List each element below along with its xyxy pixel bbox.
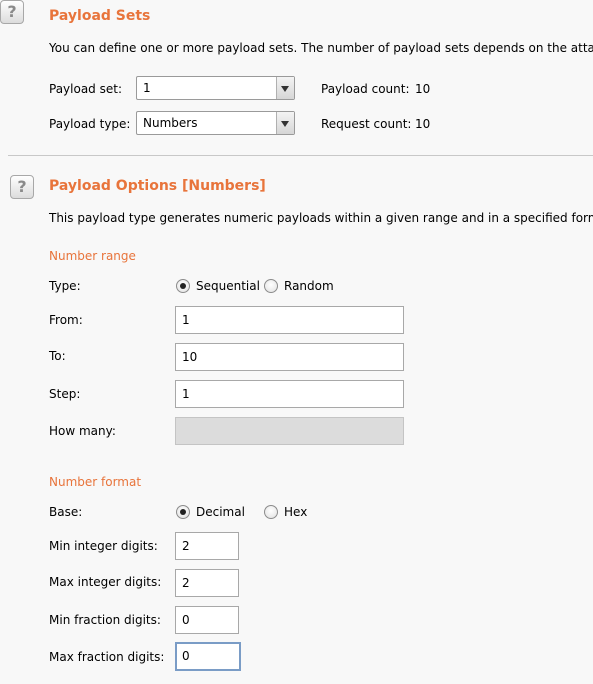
max-fraction-digits-input[interactable]: 0: [175, 642, 241, 671]
request-count-value: 10: [415, 117, 431, 131]
payload-count-label: Payload count:: [321, 82, 410, 96]
step-label: Step:: [49, 387, 81, 401]
base-label: Base:: [49, 505, 83, 519]
chevron-down-icon[interactable]: [276, 77, 294, 99]
payload-sets-help-icon[interactable]: ?: [0, 0, 24, 24]
min-integer-digits-value: 2: [182, 539, 190, 553]
sequential-radio[interactable]: [176, 279, 190, 293]
sequential-label[interactable]: Sequential: [196, 279, 260, 293]
payload-type-select[interactable]: Numbers: [136, 111, 295, 135]
step-input[interactable]: 1: [175, 380, 404, 408]
decimal-label[interactable]: Decimal: [196, 505, 245, 519]
payload-sets-description: You can define one or more payload sets.…: [49, 41, 593, 55]
hex-radio[interactable]: [264, 505, 278, 519]
hex-label[interactable]: Hex: [284, 505, 307, 519]
to-value: 10: [182, 350, 198, 364]
to-input[interactable]: 10: [175, 343, 404, 371]
random-radio[interactable]: [264, 279, 278, 293]
from-label: From:: [49, 313, 83, 327]
payload-sets-title: Payload Sets: [49, 8, 151, 24]
payload-type-value: Numbers: [143, 116, 198, 130]
min-integer-digits-label: Min integer digits:: [49, 539, 158, 553]
how-many-label: How many:: [49, 424, 116, 438]
payload-options-help-icon[interactable]: ?: [10, 175, 34, 199]
min-integer-digits-input[interactable]: 2: [175, 532, 239, 560]
random-label[interactable]: Random: [284, 279, 334, 293]
section-divider: [8, 155, 593, 156]
decimal-radio[interactable]: [176, 505, 190, 519]
min-fraction-digits-label: Min fraction digits:: [49, 613, 161, 627]
how-many-input: [175, 417, 404, 445]
payload-type-label: Payload type:: [49, 117, 131, 131]
max-integer-digits-label: Max integer digits:: [49, 575, 162, 589]
max-integer-digits-value: 2: [182, 576, 190, 590]
max-fraction-digits-label: Max fraction digits:: [49, 650, 165, 664]
step-value: 1: [182, 387, 190, 401]
payload-options-description: This payload type generates numeric payl…: [49, 211, 593, 225]
request-count-label: Request count:: [321, 117, 412, 131]
from-value: 1: [182, 313, 190, 327]
chevron-down-icon[interactable]: [276, 112, 294, 134]
max-integer-digits-input[interactable]: 2: [175, 569, 239, 597]
to-label: To:: [49, 349, 66, 363]
payload-set-value: 1: [143, 81, 151, 95]
payload-count-value: 10: [415, 82, 431, 96]
range-type-label: Type:: [49, 279, 81, 293]
payload-set-label: Payload set:: [49, 82, 122, 96]
max-fraction-digits-value: 0: [182, 649, 190, 663]
min-fraction-digits-input[interactable]: 0: [175, 606, 239, 634]
number-range-heading: Number range: [49, 249, 136, 263]
payload-set-select[interactable]: 1: [136, 76, 295, 100]
from-input[interactable]: 1: [175, 306, 404, 334]
number-format-heading: Number format: [49, 475, 142, 489]
min-fraction-digits-value: 0: [182, 613, 190, 627]
payload-options-title: Payload Options [Numbers]: [49, 178, 266, 194]
